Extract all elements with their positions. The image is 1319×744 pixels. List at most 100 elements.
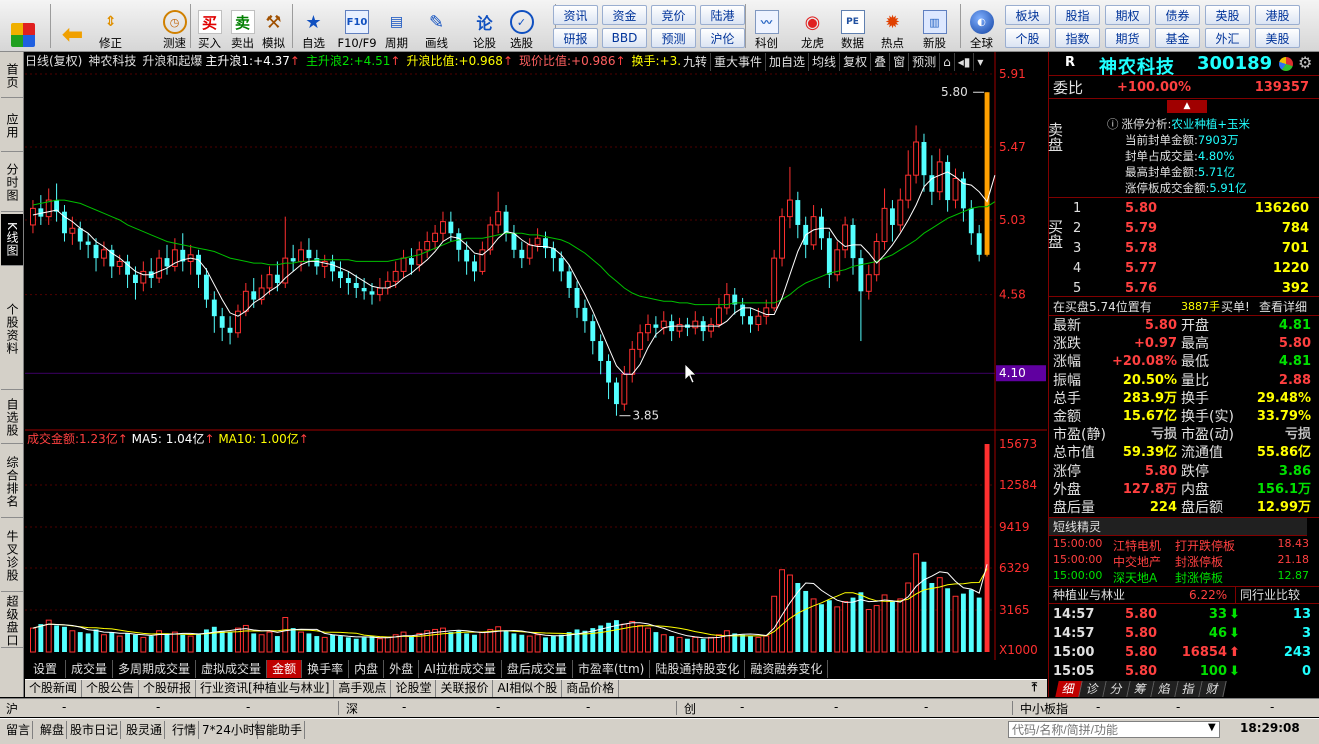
market-button[interactable]: 英股	[1205, 5, 1250, 25]
indicator-tab-7[interactable]: 外盘	[384, 660, 420, 678]
indicator-tab-10[interactable]: 市盈率(ttm)	[573, 660, 651, 678]
market-button[interactable]: 外汇	[1205, 28, 1250, 48]
industry-compare-button[interactable]: 同行业比较	[1235, 587, 1300, 604]
status-item-3[interactable]: 股灵通	[124, 721, 166, 739]
toolbar-button-14[interactable]: ◉ 龙虎	[796, 2, 829, 50]
index-name[interactable]: 创	[684, 700, 696, 717]
news-tab-5[interactable]: 论股堂	[391, 680, 437, 697]
left-nav-item-6[interactable]: 综合排名	[1, 446, 23, 518]
gear-icon[interactable]: ⚙	[1298, 53, 1312, 72]
toolbar-button-3[interactable]: ◷ 测速	[158, 2, 191, 50]
indicator-tab-12[interactable]: 融资融券变化	[745, 660, 829, 678]
status-item-6[interactable]: 智能助手	[252, 721, 306, 739]
small-button[interactable]: BBD	[602, 28, 647, 48]
market-button[interactable]: 港股	[1255, 5, 1300, 25]
short-stock[interactable]: 中交地产	[1113, 553, 1161, 570]
toolbar-button-1[interactable]: ⬅	[56, 2, 89, 50]
left-nav-item-2[interactable]: 分时图	[1, 154, 23, 212]
news-tab-4[interactable]: 高手观点	[334, 680, 392, 697]
news-tab-2[interactable]: 个股研报	[139, 680, 197, 697]
market-button[interactable]: 个股	[1005, 28, 1050, 48]
indicator-tab-5[interactable]: 换手率	[302, 660, 350, 678]
indicator-tab-8[interactable]: AI拉桩成交量	[419, 660, 502, 678]
status-item-5[interactable]: 7*24小时	[200, 721, 258, 739]
market-button[interactable]: 基金	[1155, 28, 1200, 48]
scroll-top-icon[interactable]: ⤒	[1032, 680, 1037, 695]
toolbar-button-17[interactable]: ▥ 新股	[918, 2, 951, 50]
bid-price[interactable]: 5.78	[1125, 241, 1157, 256]
status-item-1[interactable]: 解盘	[38, 721, 68, 739]
small-button[interactable]: 竞价	[651, 5, 696, 25]
short-stock[interactable]: 深天地A	[1113, 569, 1157, 586]
news-tab-0[interactable]: 个股新闻	[25, 680, 83, 697]
right-tab-3[interactable]: 筹	[1127, 681, 1155, 697]
toolbar-button-16[interactable]: ✹ 热点	[876, 2, 909, 50]
toolbar-button-18[interactable]: ◐ 全球	[965, 2, 998, 50]
pie-icon[interactable]	[1279, 57, 1293, 71]
news-tab-7[interactable]: AI相似个股	[493, 680, 563, 697]
news-tab-1[interactable]: 个股公告	[82, 680, 140, 697]
indicator-tab-6[interactable]: 内盘	[349, 660, 385, 678]
small-button[interactable]: 资金	[602, 5, 647, 25]
toolbar-button-7[interactable]: ★ 自选	[297, 2, 330, 50]
toolbar-button-5[interactable]: 卖卖出	[226, 2, 259, 50]
bid-price[interactable]: 5.79	[1125, 221, 1157, 236]
bid-price[interactable]: 5.76	[1125, 281, 1157, 296]
search-dropdown-icon[interactable]: ▼	[1208, 722, 1216, 733]
right-tab-1[interactable]: 诊	[1079, 681, 1107, 697]
indicator-tab-3[interactable]: 虚拟成交量	[196, 660, 268, 678]
bid-price[interactable]: 5.80	[1125, 201, 1157, 216]
status-item-2[interactable]: 股市日记	[68, 721, 122, 739]
indicator-tab-0[interactable]: 设置	[25, 660, 67, 678]
toolbar-button-10[interactable]: ✎ 画线	[420, 2, 453, 50]
index-name[interactable]: 深	[346, 700, 358, 717]
right-tab-4[interactable]: 焰	[1151, 681, 1179, 697]
news-tab-6[interactable]: 关联报价	[436, 680, 494, 697]
left-nav-item-5[interactable]: 自选股	[1, 392, 23, 444]
market-button[interactable]: 期货	[1105, 28, 1150, 48]
small-button[interactable]: 陆港	[700, 5, 745, 25]
kline-chart-area[interactable]: 日线(复权) 神农科技 升浪和起爆 主升浪1:+4.37↑ 主升浪2:+4.51↑ 升浪比…	[25, 52, 1047, 660]
right-tab-6[interactable]: 财	[1199, 681, 1227, 697]
small-button[interactable]: 预测	[651, 28, 696, 48]
market-button[interactable]: 股指	[1055, 5, 1100, 25]
toolbar-button-11[interactable]: 论论股	[468, 2, 501, 50]
status-item-0[interactable]: 留言	[4, 721, 34, 739]
toolbar-button-8[interactable]: F10 F10/F9	[335, 2, 379, 50]
left-nav-item-0[interactable]: 首页	[1, 54, 23, 98]
indicator-tab-11[interactable]: 陆股通持股变化	[650, 660, 746, 678]
left-nav-item-7[interactable]: 牛叉诊股	[1, 520, 23, 592]
index-name[interactable]: 沪	[6, 700, 18, 717]
search-input[interactable]	[1008, 721, 1220, 738]
toolbar-button-6[interactable]: ⚒ 模拟	[257, 2, 290, 50]
market-button[interactable]: 指数	[1055, 28, 1100, 48]
market-button[interactable]: 美股	[1255, 28, 1300, 48]
small-button[interactable]: 沪伦	[700, 28, 745, 48]
right-tab-0[interactable]: 细	[1055, 681, 1083, 697]
toolbar-button-13[interactable]: 〰科创	[750, 2, 783, 50]
toolbar-button-4[interactable]: 买买入	[193, 2, 226, 50]
industry-name[interactable]: 种植业与林业	[1053, 587, 1125, 604]
right-tab-2[interactable]: 分	[1103, 681, 1131, 697]
news-tab-3[interactable]: 行业资讯[种植业与林业]	[196, 680, 335, 697]
indicator-tab-2[interactable]: 多周期成交量	[113, 660, 197, 678]
left-nav-item-1[interactable]: 应用	[1, 100, 23, 152]
collapse-button[interactable]: ▲	[1167, 100, 1207, 113]
toolbar-button-0[interactable]	[6, 2, 39, 50]
indicator-tab-9[interactable]: 盘后成交量	[502, 660, 573, 678]
status-item-4[interactable]: 行情	[170, 721, 200, 739]
left-nav-item-8[interactable]: 超级盘口	[1, 594, 23, 648]
news-tab-8[interactable]: 商品价格	[562, 680, 620, 697]
toolbar-button-9[interactable]: ▤ 周期	[380, 2, 413, 50]
view-detail-link[interactable]: 查看详细	[1259, 298, 1307, 316]
short-stock[interactable]: 江特电机	[1113, 537, 1161, 554]
right-tab-5[interactable]: 指	[1175, 681, 1203, 697]
toolbar-button-12[interactable]: ✓ 选股	[505, 2, 538, 50]
indicator-tab-4[interactable]: 金额	[267, 660, 303, 678]
toolbar-button-2[interactable]: ⇕ 修正	[94, 2, 127, 50]
left-nav-item-4[interactable]: 个股资料	[1, 268, 23, 390]
small-button[interactable]: 研报	[553, 28, 598, 48]
market-button[interactable]: 债券	[1155, 5, 1200, 25]
left-nav-item-3[interactable]: K线图	[1, 214, 23, 266]
indicator-tab-1[interactable]: 成交量	[66, 660, 114, 678]
